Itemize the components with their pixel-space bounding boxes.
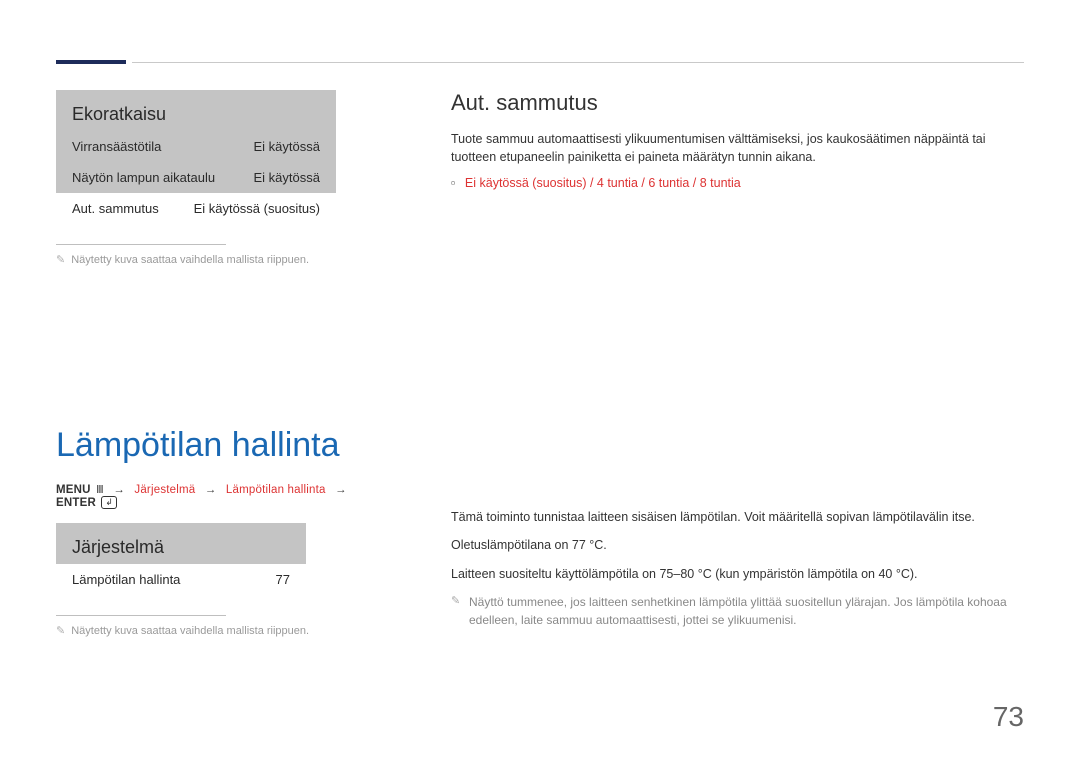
arrow-icon: → <box>335 484 347 496</box>
temp-note: Näyttö tummenee, jos laitteen senhetkine… <box>451 593 1024 629</box>
row-label: Näytön lampun aikataulu <box>72 170 215 185</box>
section-heading: Lämpötilan hallinta <box>56 426 391 465</box>
row-value: Ei käytössä (suositus) <box>194 201 320 216</box>
row-label: Aut. sammutus <box>72 201 159 216</box>
enter-label: ENTER <box>56 497 96 509</box>
row-label: Lämpötilan hallinta <box>72 572 180 587</box>
eco-panel-title: Ekoratkaisu <box>56 90 336 131</box>
breadcrumb-item: Lämpötilan hallinta <box>226 484 326 496</box>
arrow-icon: → <box>205 484 217 496</box>
temp-p1: Tämä toiminto tunnistaa laitteen sisäise… <box>451 508 1024 526</box>
eco-panel: Ekoratkaisu Virransäästötila Ei käytössä… <box>56 90 336 226</box>
temp-panel: Järjestelmä Lämpötilan hallinta 77 <box>56 523 306 597</box>
page-rule <box>132 62 1024 63</box>
row-value: Ei käytössä <box>254 170 320 185</box>
divider <box>56 244 226 245</box>
enter-icon: ↲ <box>101 496 117 509</box>
breadcrumb-item: Järjestelmä <box>134 484 195 496</box>
panel-row-selected: Lämpötilan hallinta 77 <box>56 564 306 597</box>
auto-off-heading: Aut. sammutus <box>451 90 1024 116</box>
option-values: Ei käytössä (suositus) / 4 tuntia / 6 tu… <box>465 176 741 190</box>
accent-bar <box>56 60 126 64</box>
temp-p2: Oletuslämpötilana on 77 °C. <box>451 536 1024 554</box>
temp-p3: Laitteen suositeltu käyttölämpötila on 7… <box>451 565 1024 583</box>
row-value: 77 <box>276 572 290 587</box>
menu-icon: Ⅲ <box>96 483 104 496</box>
divider <box>56 615 226 616</box>
option-prefix-icon: ▫ <box>451 176 455 190</box>
menu-label: MENU <box>56 484 91 496</box>
page-number: 73 <box>993 701 1024 733</box>
temp-description: Tämä toiminto tunnistaa laitteen sisäise… <box>451 508 1024 628</box>
panel-row-selected: Aut. sammutus Ei käytössä (suositus) <box>56 193 336 226</box>
panel-row: Näytön lampun aikataulu Ei käytössä <box>56 162 336 193</box>
panel-footnote: Näytetty kuva saattaa vaihdella mallista… <box>56 253 391 266</box>
temp-panel-title: Järjestelmä <box>56 523 306 564</box>
row-value: Ei käytössä <box>254 139 320 154</box>
panel-row: Virransäästötila Ei käytössä <box>56 131 336 162</box>
auto-off-options: ▫ Ei käytössä (suositus) / 4 tuntia / 6 … <box>451 176 1024 190</box>
arrow-icon: → <box>113 484 125 496</box>
panel-footnote: Näytetty kuva saattaa vaihdella mallista… <box>56 624 391 637</box>
auto-off-body: Tuote sammuu automaattisesti ylikuumentu… <box>451 130 1024 166</box>
menu-breadcrumb: MENU Ⅲ → Järjestelmä → Lämpötilan hallin… <box>56 483 391 509</box>
row-label: Virransäästötila <box>72 139 161 154</box>
